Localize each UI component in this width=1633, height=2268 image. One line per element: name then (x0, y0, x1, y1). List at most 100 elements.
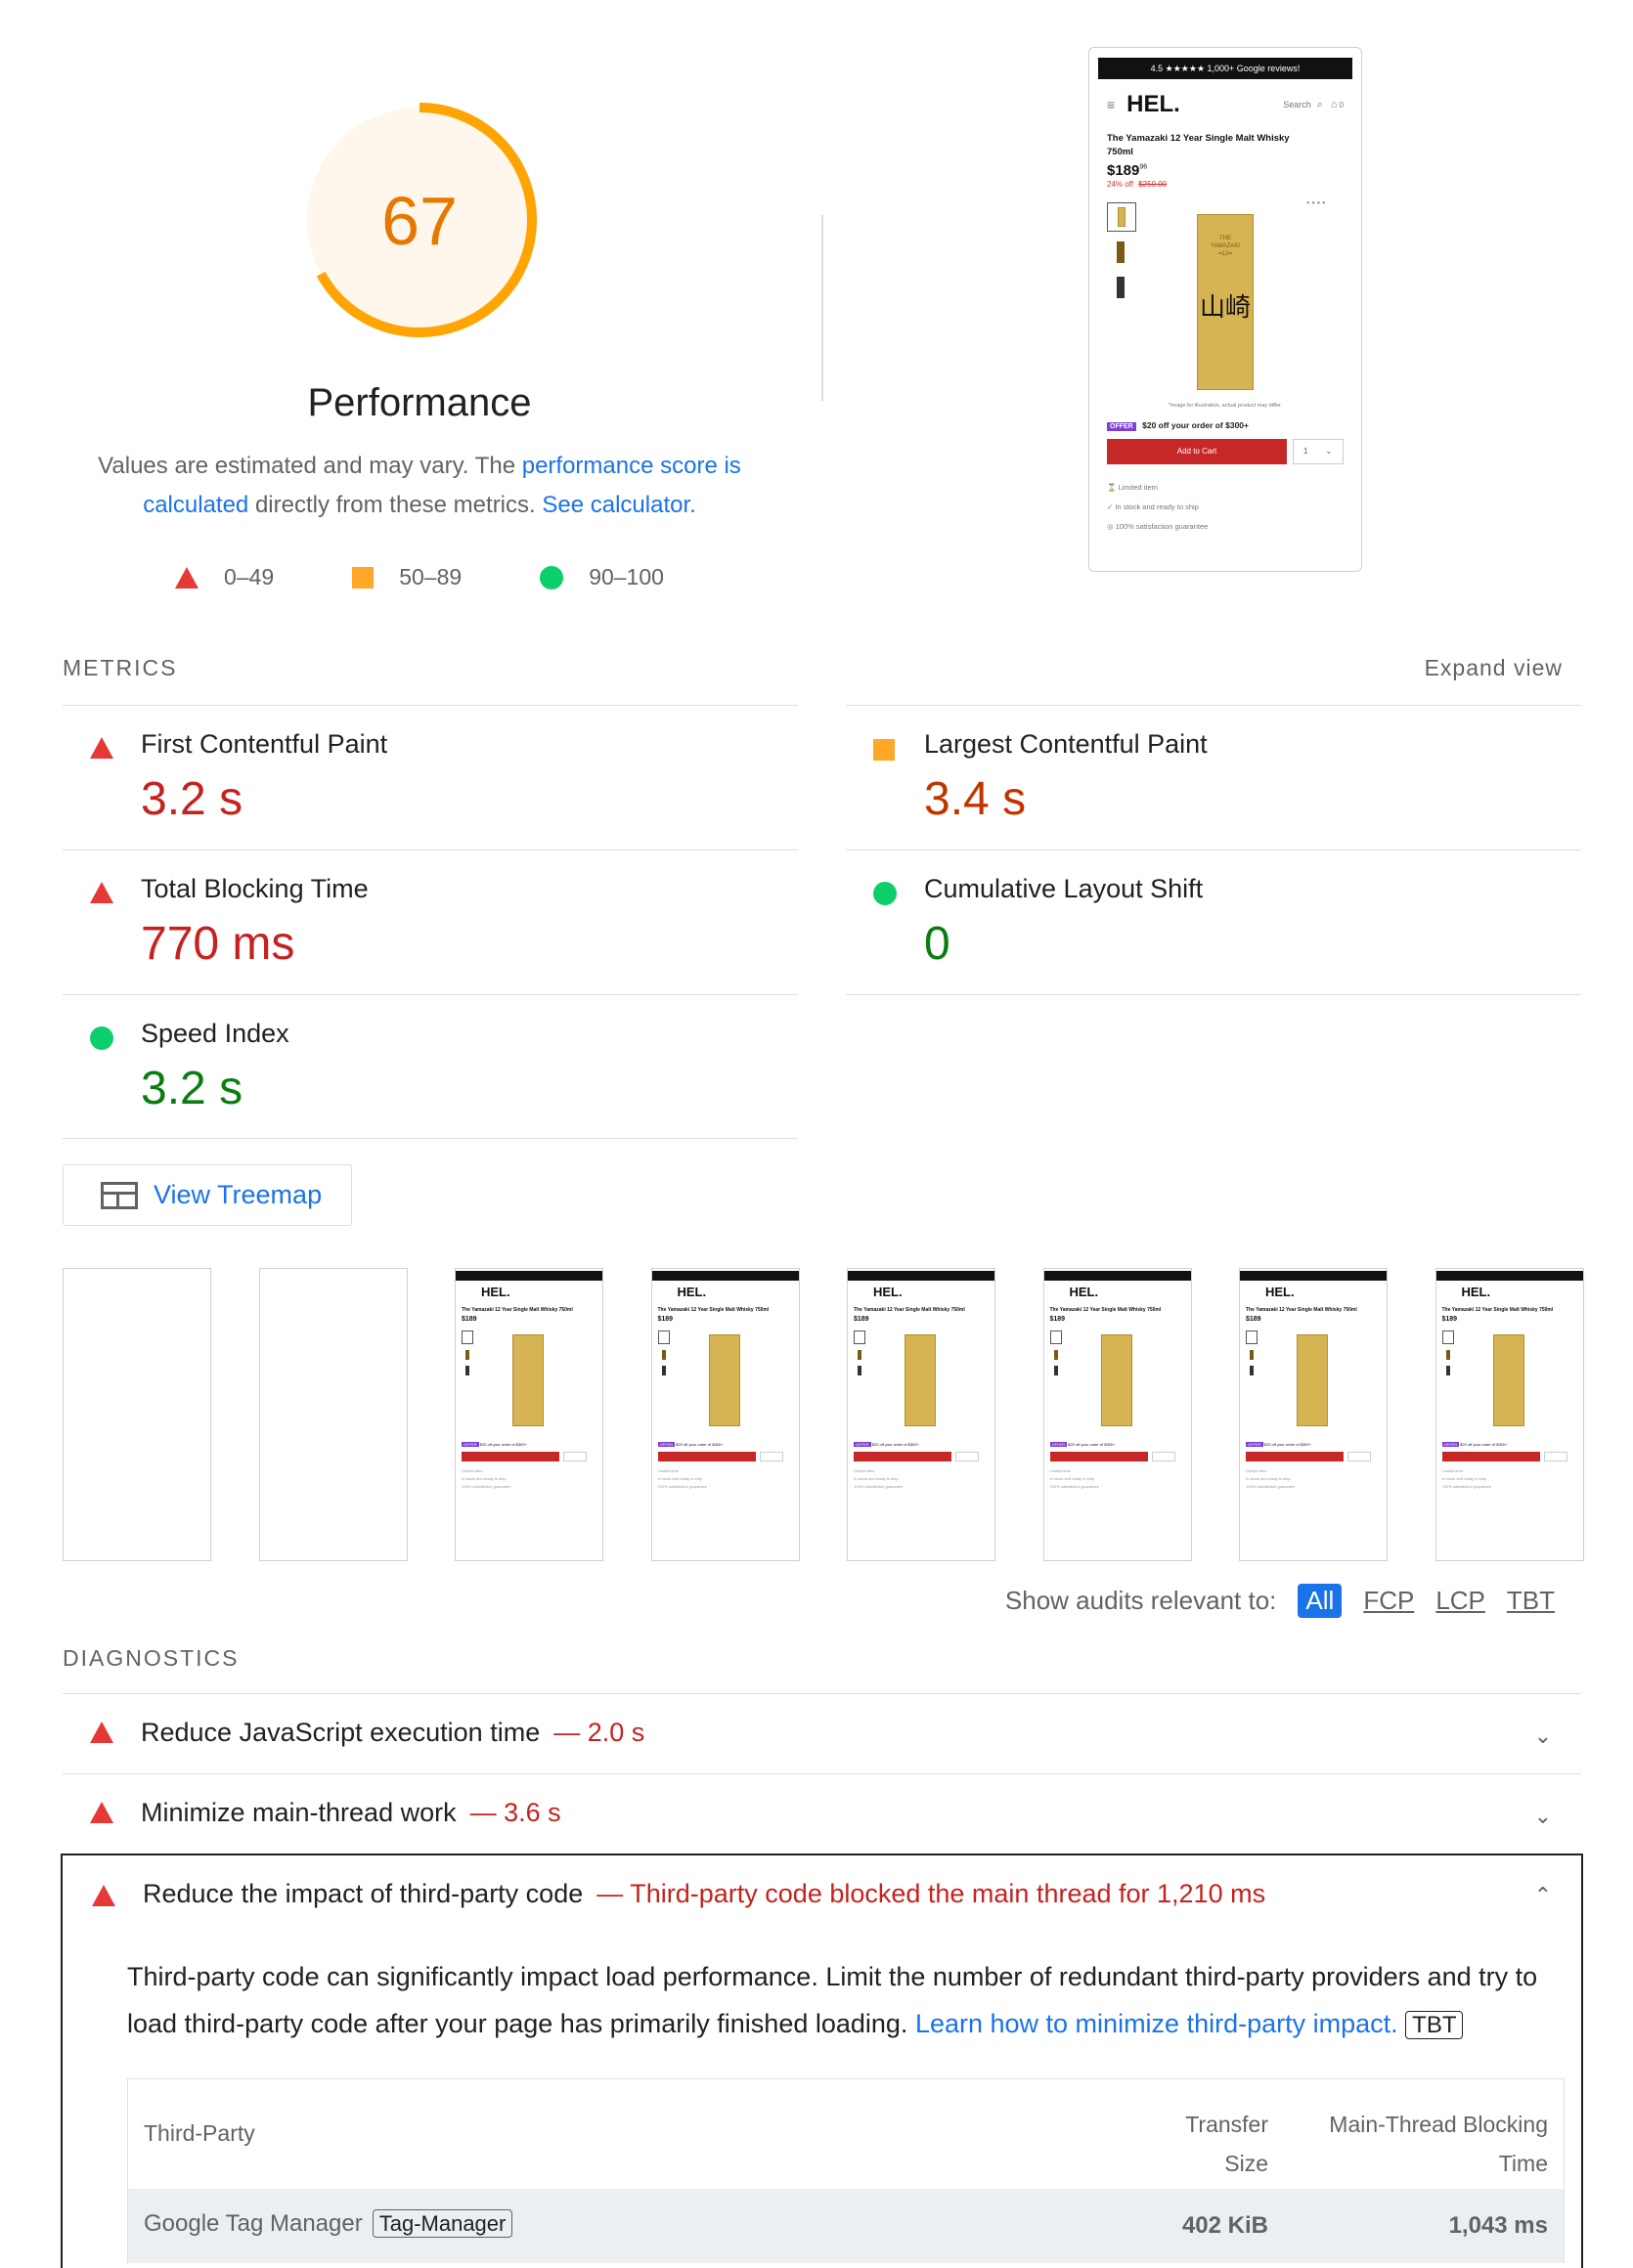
legend-fail: 0–49 (175, 564, 274, 590)
fail-triangle-icon (90, 737, 113, 759)
metric-tbt: Total Blocking Time 770 ms (63, 850, 798, 994)
fail-triangle-icon (90, 1722, 113, 1743)
filmstrip-frame: HEL. The Yamazaki 12 Year Single Malt Whi… (1042, 1268, 1192, 1561)
description-text-2: directly from these metrics. (248, 492, 543, 518)
audit-title: Reduce JavaScript execution time (141, 1718, 541, 1747)
audit-filter: Show audits relevant to: All FCP LCP TBT (1005, 1584, 1555, 1618)
metrics-divider (63, 1138, 798, 1139)
table-row[interactable]: Google Tag Manager Tag-Manager 402 KiB 1,… (128, 2189, 1564, 2263)
gallery-thumb[interactable] (1117, 277, 1125, 298)
fail-triangle-icon (90, 882, 113, 903)
filter-chip-lcp[interactable]: LCP (1435, 1586, 1485, 1616)
reviews-bar: 4.5 ★★★★★ 1,000+ Google reviews! (1098, 58, 1352, 79)
menu-icon: ≡ (1107, 97, 1116, 112)
cart-icon: ⌂ (1330, 99, 1338, 110)
old-price: $250.00 (1138, 180, 1168, 189)
audit-bootup-time[interactable]: Reduce JavaScript execution time — 2.0 s … (63, 1693, 1581, 1773)
diagnostics-header: DIAGNOSTICS (63, 1645, 240, 1671)
treemap-icon (101, 1181, 138, 1209)
third-party-table: Third-Party Transfer Size Main-Thread Blo… (127, 2078, 1565, 2263)
filter-chip-tbt[interactable]: TBT (1507, 1586, 1555, 1616)
audit-third-party-summary: Reduce the impact of third-party code — T… (61, 1854, 1583, 2268)
product-image: THE YAMAZAKI ━12━ 山崎 (1197, 214, 1254, 390)
learn-more-link[interactable]: Learn how to minimize third-party impact… (915, 2009, 1398, 2038)
transfer-size: 402 KiB (1181, 2212, 1268, 2239)
table-header: Third-Party Transfer Size Main-Thread Blo… (128, 2079, 1564, 2189)
description-text: Values are estimated and may vary. The (98, 453, 522, 479)
legend-label: 0–49 (224, 564, 275, 589)
metric-name: Largest Contentful Paint (924, 729, 1208, 759)
product-price: $189 (1107, 162, 1140, 179)
pass-circle-icon (873, 882, 897, 905)
metric-value: 3.2 s (141, 1063, 243, 1114)
filter-chip-all[interactable]: All (1298, 1584, 1343, 1618)
triangle-icon (175, 566, 199, 589)
metric-lcp: Largest Contentful Paint 3.4 s (846, 705, 1581, 850)
expand-view-toggle[interactable]: Expand view (1425, 655, 1563, 681)
third-party-name: Google Tag Manager Tag-Manager (144, 2209, 513, 2238)
metric-name: Total Blocking Time (141, 874, 369, 903)
metric-cls: Cumulative Layout Shift 0 (846, 850, 1581, 994)
column-header: Transfer Size (1185, 2112, 1268, 2176)
legend-label: 90–100 (589, 564, 664, 589)
entity-tag: Tag-Manager (372, 2209, 513, 2238)
add-to-cart-button[interactable]: Add to Cart (1107, 439, 1287, 464)
audit-header[interactable]: Reduce the impact of third-party code — T… (63, 1855, 1581, 1934)
see-calculator-link[interactable]: See calculator. (542, 492, 695, 518)
filmstrip-frame: HEL. The Yamazaki 12 Year Single Malt Whi… (847, 1268, 995, 1561)
vertical-divider (821, 215, 823, 401)
metrics-header: METRICS (63, 655, 178, 680)
quantity-select[interactable]: 1 ⌄ (1293, 439, 1344, 464)
performance-gauge: 67 (302, 103, 537, 337)
store-logo: HEL. (1126, 91, 1180, 117)
filmstrip-frame: HEL. The Yamazaki 12 Year Single Malt Whi… (1434, 1268, 1584, 1561)
square-icon (352, 566, 375, 589)
filter-chip-fcp[interactable]: FCP (1363, 1586, 1414, 1616)
column-header: Third-Party (144, 2120, 255, 2146)
circle-icon (540, 565, 564, 589)
view-treemap-button[interactable]: View Treemap (63, 1164, 352, 1226)
metric-value: 3.4 s (924, 773, 1027, 825)
filter-label: Show audits relevant to: (1004, 1586, 1277, 1615)
audit-title: Reduce the impact of third-party code (143, 1879, 584, 1908)
cart-count: 0 (1339, 100, 1344, 109)
gallery-thumb[interactable] (1107, 202, 1136, 232)
gallery-dots: ● ● ● ● (1306, 200, 1326, 206)
price-cents: 96 (1139, 163, 1148, 171)
audit-description: Third-party code can significantly impac… (127, 1953, 1555, 2049)
chevron-down-icon[interactable]: ⌄ (1534, 1804, 1552, 1829)
blocking-time: 1,043 ms (1448, 2212, 1548, 2239)
metric-value: 3.2 s (141, 773, 243, 825)
performance-gauge-section: 67 Performance Values are estimated and … (63, 98, 776, 590)
info-item: Limited item (1118, 483, 1158, 492)
filmstrip-frame (258, 1268, 408, 1561)
audit-display-value: — 3.6 s (469, 1798, 561, 1827)
column-header: Main-Thread Blocking Time (1329, 2112, 1548, 2176)
chevron-up-icon[interactable]: ⌃ (1534, 1883, 1552, 1908)
search-icon: ⌕ (1316, 98, 1323, 110)
filmstrip-frame: HEL. The Yamazaki 12 Year Single Malt Whi… (650, 1268, 800, 1561)
shield-icon: ◎ (1107, 522, 1116, 531)
discount-label: 24% off (1107, 180, 1133, 189)
legend-label: 50–89 (399, 564, 463, 589)
offer-text: $20 off your order of $300+ (1142, 420, 1249, 430)
gallery-thumb[interactable] (1117, 241, 1125, 263)
audit-display-value: — Third-party code blocked the main thre… (596, 1879, 1266, 1908)
metric-tag: TBT (1405, 2011, 1464, 2039)
product-title: The Yamazaki 12 Year Single Malt Whisky … (1107, 133, 1290, 157)
offer-tag: OFFER (1107, 422, 1136, 431)
search-label: Search (1283, 100, 1311, 109)
legend-average: 50–89 (352, 564, 462, 590)
filmstrip-frame: HEL. The Yamazaki 12 Year Single Malt Whi… (455, 1268, 603, 1561)
treemap-label: View Treemap (154, 1180, 323, 1209)
metric-name: Cumulative Layout Shift (924, 874, 1204, 903)
final-screenshot[interactable]: 4.5 ★★★★★ 1,000+ Google reviews! ≡ HEL. … (1088, 47, 1362, 572)
info-item: 100% satisfaction guarantee (1115, 522, 1209, 531)
audit-mainthread-work[interactable]: Minimize main-thread work — 3.6 s ⌄ (63, 1773, 1581, 1854)
chevron-down-icon[interactable]: ⌄ (1534, 1723, 1552, 1749)
filmstrip-frame (63, 1268, 211, 1561)
metric-name: First Contentful Paint (141, 729, 388, 759)
audit-title: Minimize main-thread work (141, 1798, 457, 1827)
qty-value: 1 (1303, 447, 1308, 456)
performance-score: 67 (381, 183, 458, 259)
